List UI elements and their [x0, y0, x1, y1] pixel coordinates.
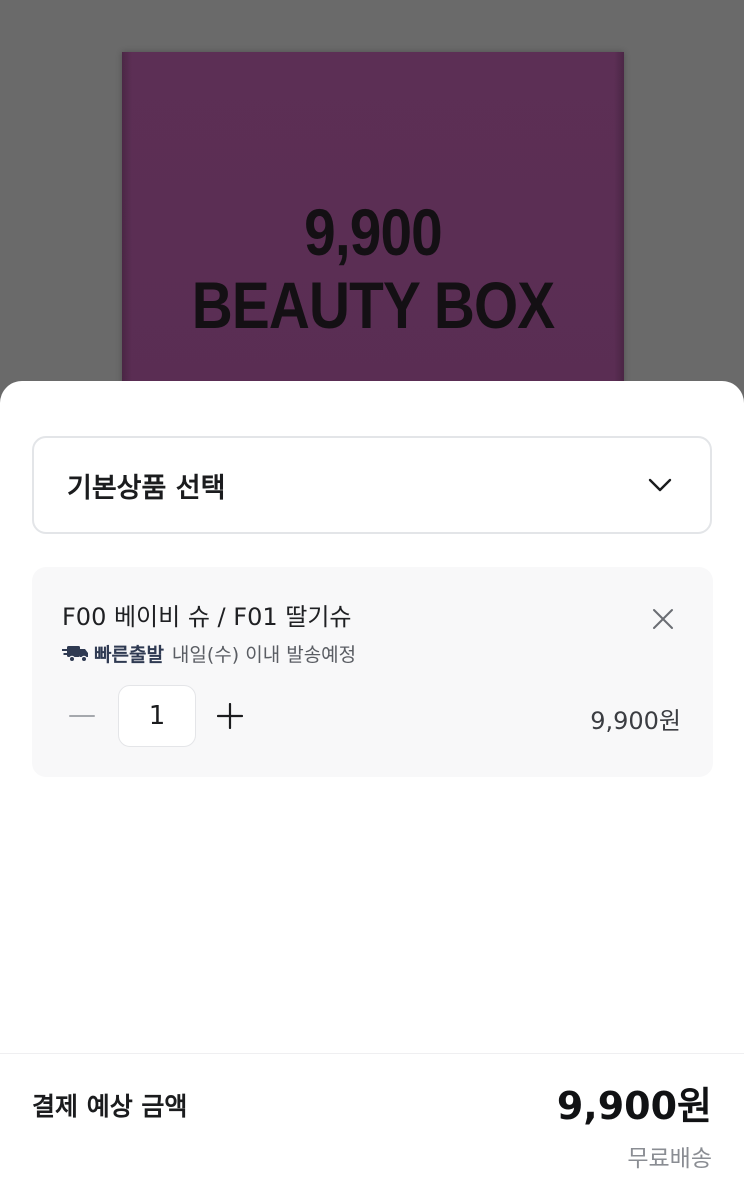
decrease-quantity-button[interactable] — [62, 696, 102, 736]
selected-item-price: 9,900원 — [590, 707, 681, 735]
product-image-title-text: BEAUTY BOX — [191, 268, 555, 342]
product-image-backdrop: 9,900 BEAUTY BOX — [0, 0, 744, 400]
shipping-text: 내일(수) 이내 발송예정 — [171, 643, 357, 666]
quantity-input[interactable]: 1 — [118, 685, 196, 747]
truck-icon — [62, 646, 88, 663]
free-shipping-note: 무료배송 — [627, 1146, 712, 1172]
chevron-down-icon — [648, 478, 672, 492]
product-image-price-text: 9,900 — [304, 195, 443, 269]
footer-divider — [0, 1053, 744, 1054]
plus-icon — [217, 703, 243, 729]
selected-item-card: F00 베이비 슈 / F01 딸기슈 빠른출발 내일(수) 이내 발송예정 1… — [32, 567, 713, 777]
minus-icon — [69, 715, 95, 717]
option-select-dropdown[interactable]: 기본상품 선택 — [32, 436, 712, 534]
option-bottom-sheet: 기본상품 선택 F00 베이비 슈 / F01 딸기슈 빠른출발 내일(수) 이… — [0, 381, 744, 1199]
option-select-label: 기본상품 선택 — [67, 472, 226, 504]
quantity-stepper: 1 — [62, 685, 250, 747]
shipping-info: 빠른출발 내일(수) 이내 발송예정 — [62, 639, 356, 667]
product-image: 9,900 BEAUTY BOX — [122, 52, 624, 400]
increase-quantity-button[interactable] — [210, 696, 250, 736]
total-price-label: 결제 예상 금액 — [32, 1092, 188, 1121]
close-icon[interactable] — [649, 605, 677, 633]
selected-item-name: F00 베이비 슈 / F01 딸기슈 — [62, 603, 352, 631]
total-price-amount: 9,900원 — [556, 1084, 712, 1128]
shipping-badge: 빠른출발 — [94, 643, 164, 666]
